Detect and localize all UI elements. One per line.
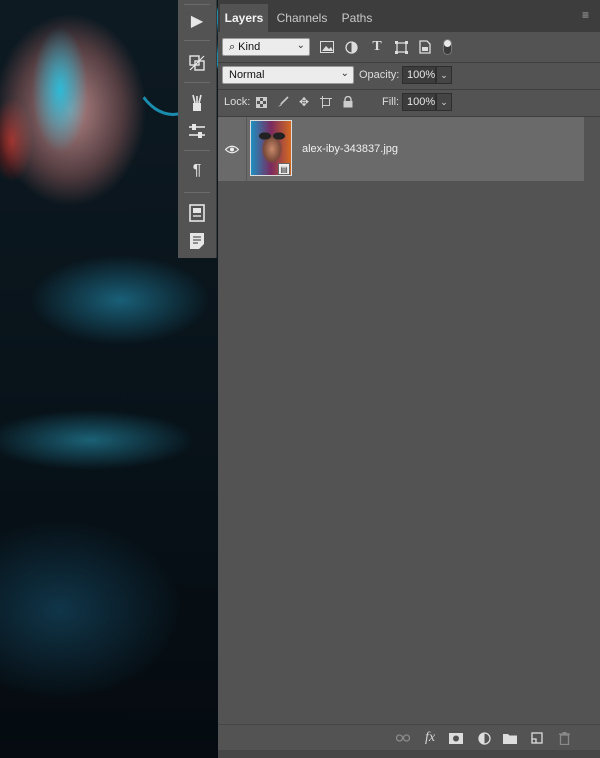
tab-layers[interactable]: Layers: [220, 4, 268, 32]
lock-artboard-icon[interactable]: [318, 94, 334, 110]
eye-icon: [225, 145, 239, 153]
tab-channels[interactable]: Channels: [270, 4, 334, 32]
lock-all-icon[interactable]: [340, 94, 356, 110]
group-folder-icon[interactable]: [501, 729, 519, 747]
panel-tool-strip: ▶ ¶: [178, 0, 217, 258]
chevron-down-icon: ⌄: [296, 40, 305, 51]
filter-kind-select[interactable]: ⌕ Kind ⌄: [222, 38, 310, 56]
fill-input[interactable]: 100%: [402, 93, 436, 111]
layer-visibility-toggle[interactable]: [218, 117, 247, 181]
adjustment-layer-icon[interactable]: [475, 729, 493, 747]
lock-row: Lock: ✥ Fill: 100% ⌄: [218, 93, 600, 113]
fill-dropdown-icon[interactable]: ⌄: [436, 93, 452, 111]
blend-mode-value: Normal: [229, 69, 265, 81]
transform-icon[interactable]: [178, 50, 216, 76]
blend-mode-select[interactable]: Normal ⌄: [222, 66, 354, 84]
divider: [218, 62, 600, 63]
adjustment-layer-filter-icon[interactable]: [342, 38, 360, 56]
layer-row[interactable]: ▤ alex-iby-343837.jpg: [218, 117, 584, 181]
tool-divider: [184, 192, 210, 193]
fill-label: Fill:: [382, 96, 400, 108]
pixel-layer-filter-icon[interactable]: [318, 38, 336, 56]
adjustments-icon[interactable]: [178, 118, 216, 144]
trash-icon[interactable]: [555, 729, 573, 747]
properties-icon[interactable]: [178, 200, 216, 226]
layer-filter-row: ⌕ Kind ⌄ T: [218, 38, 600, 58]
panel-footer: fx: [218, 724, 600, 751]
opacity-input[interactable]: 100%: [402, 66, 436, 84]
mask-icon[interactable]: [447, 729, 465, 747]
tool-divider: [184, 40, 210, 41]
tool-divider: [184, 4, 210, 5]
type-layer-filter-icon[interactable]: T: [368, 38, 386, 56]
smart-object-badge-icon: ▤: [278, 163, 290, 175]
lock-position-icon[interactable]: ✥: [296, 94, 312, 110]
tab-paths[interactable]: Paths: [334, 4, 380, 32]
divider: [218, 89, 600, 90]
lock-transparent-pixels-icon[interactable]: [253, 94, 269, 110]
layers-panel: Layers Channels Paths ≡ ⌕ Kind ⌄ T Norma…: [218, 0, 600, 758]
link-icon[interactable]: [394, 729, 412, 747]
notes-icon[interactable]: [178, 228, 216, 254]
lock-image-pixels-icon[interactable]: [275, 94, 291, 110]
layer-name[interactable]: alex-iby-343837.jpg: [302, 143, 398, 155]
panel-resize-strip[interactable]: [218, 750, 600, 758]
opacity-dropdown-icon[interactable]: ⌄: [436, 66, 452, 84]
smart-object-filter-icon[interactable]: [416, 38, 434, 56]
lock-label: Lock:: [224, 96, 251, 108]
fx-icon[interactable]: fx: [421, 729, 439, 747]
shape-layer-filter-icon[interactable]: [392, 38, 410, 56]
brush-settings-icon[interactable]: [178, 90, 216, 116]
panel-menu-icon[interactable]: ≡: [582, 9, 594, 21]
play-icon[interactable]: ▶: [178, 8, 216, 34]
filter-toggle[interactable]: [443, 39, 452, 55]
opacity-label: Opacity:: [359, 69, 400, 81]
new-layer-icon[interactable]: [528, 729, 546, 747]
chevron-down-icon: ⌄: [340, 68, 349, 79]
search-icon: ⌕: [229, 40, 236, 53]
panel-tab-bar: Layers Channels Paths ≡: [218, 0, 600, 32]
filter-kind-label: Kind: [238, 41, 261, 53]
blend-row: Normal ⌄ Opacity: 100% ⌄: [218, 66, 600, 86]
paragraph-icon[interactable]: ¶: [178, 158, 216, 184]
tool-divider: [184, 150, 210, 151]
tool-divider: [184, 82, 210, 83]
